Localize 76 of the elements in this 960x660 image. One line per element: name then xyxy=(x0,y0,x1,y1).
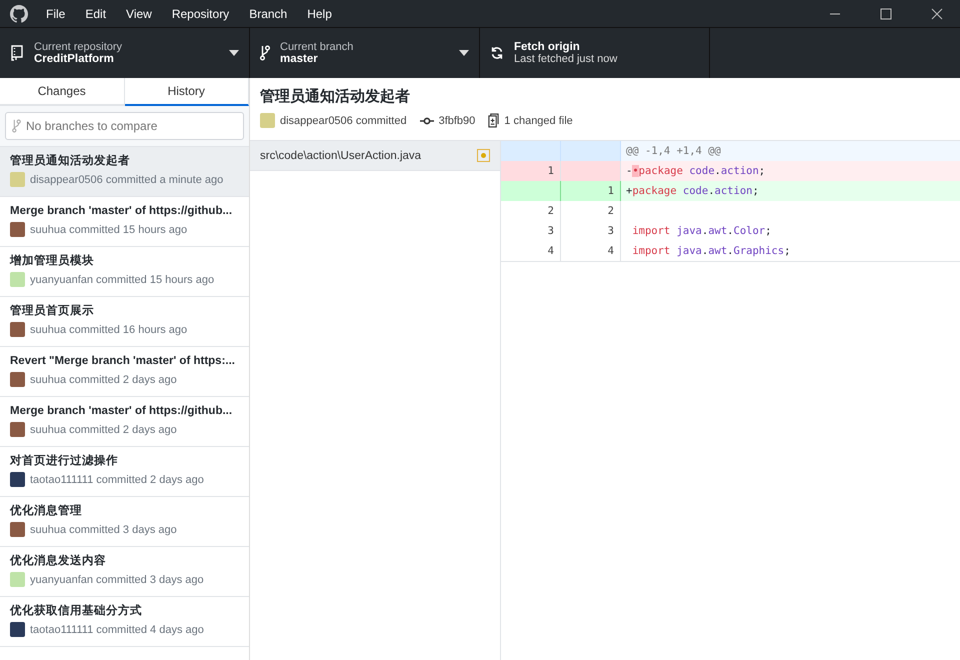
commit-title: 优化消息发送内容 xyxy=(10,553,106,569)
commit-item[interactable]: 优化获取信用基础分方式 taotao111111 committed 4 days ago xyxy=(0,597,249,647)
line-number: 4 xyxy=(501,241,561,261)
commit-item[interactable]: Merge branch 'master' of https://github... suuhua committed 2 days ago xyxy=(0,397,249,447)
menu-item[interactable]: Branch xyxy=(249,6,288,20)
commit-item[interactable]: 优化消息发送内容 yuanyuanfan committed 3 days ago xyxy=(0,547,249,597)
commit-meta: yuanyuanfan committed 15 hours ago xyxy=(30,274,214,286)
maximize-icon[interactable] xyxy=(880,8,892,20)
commit-meta: taotao111111 committed 4 days ago xyxy=(30,624,204,636)
commit-meta: yuanyuanfan committed 3 days ago xyxy=(30,574,204,586)
branch-name: master xyxy=(280,53,319,65)
commit-meta: taotao111111 committed 2 days ago xyxy=(30,474,204,486)
commit-title: 管理员通知活动发起者 xyxy=(260,87,411,106)
menu-item[interactable]: File xyxy=(46,6,66,20)
branch-icon xyxy=(12,119,21,133)
branch-icon xyxy=(260,45,270,61)
commit-title: Revert "Merge branch 'master' of https:... xyxy=(10,354,235,369)
fetch-button[interactable]: Fetch origin Last fetched just now xyxy=(480,28,710,78)
commit-item[interactable]: Revert "Merge branch 'master' of https:... suuhua committed 2 days ago xyxy=(0,347,249,397)
line-number: 1 xyxy=(501,161,561,181)
fetch-status: Last fetched just now xyxy=(514,53,618,65)
menu-item[interactable]: Repository xyxy=(172,6,230,20)
commit-title: 管理员通知活动发起者 xyxy=(10,153,130,169)
commit-title: Merge branch 'master' of https://github... xyxy=(10,404,232,419)
line-number: 4 xyxy=(561,241,621,261)
commit-meta: suuhua committed 2 days ago xyxy=(30,424,177,436)
caret-icon xyxy=(459,50,469,56)
changed-files-count: 1 changed file xyxy=(504,114,573,126)
line-number: 3 xyxy=(501,221,561,241)
commit-meta: suuhua committed 2 days ago xyxy=(30,374,177,386)
file-diff-icon xyxy=(488,113,500,128)
repository-label: Current repository xyxy=(34,41,124,53)
line-number: 1 xyxy=(561,181,621,201)
commit-icon xyxy=(420,116,434,124)
line-number: 2 xyxy=(561,201,621,221)
commit-title: 管理员首页展示 xyxy=(10,303,94,319)
close-icon[interactable] xyxy=(931,8,943,20)
commit-item[interactable]: 管理员首页展示 suuhua committed 16 hours ago xyxy=(0,297,249,347)
code-line: +package code.action; xyxy=(625,184,759,199)
commit-title: 优化获取信用基础分方式 xyxy=(10,603,142,619)
code-line: import java.awt.Color; xyxy=(631,224,772,239)
code-line: @@ -1,4 +1,4 @@ xyxy=(625,144,721,159)
commit-item[interactable]: 管理员通知活动发起者 disappear0506 committed a minute ago xyxy=(0,147,249,197)
caret-icon xyxy=(229,50,239,56)
commit-title: 优化消息管理 xyxy=(10,503,82,519)
commit-meta: suuhua committed 3 days ago xyxy=(30,524,177,536)
octocat-logo xyxy=(10,4,28,22)
commit-sha: 3fbfb90 xyxy=(438,114,476,126)
repository-name: CreditPlatform xyxy=(34,53,115,65)
commit-item[interactable]: Merge branch 'master' of https://github... suuhua committed 15 hours ago xyxy=(0,197,249,247)
repository-dropdown[interactable]: Current repository CreditPlatform xyxy=(0,28,250,78)
branch-dropdown[interactable]: Current branch master xyxy=(250,28,480,78)
commit-item[interactable]: 优化消息管理 suuhua committed 3 days ago xyxy=(0,497,249,547)
line-number: 3 xyxy=(561,221,621,241)
changed-file-item[interactable]: src\code\action\UserAction.java xyxy=(250,141,500,171)
menu-item[interactable]: View xyxy=(126,6,152,20)
commit-author: disappear0506 committed xyxy=(280,114,407,126)
code-line: import java.awt.Graphics; xyxy=(631,244,790,259)
sync-icon xyxy=(490,46,504,60)
commit-title: 增加管理员模块 xyxy=(10,253,94,269)
compare-branch-field[interactable]: No branches to compare xyxy=(5,112,244,140)
code-line: -•package code.action; xyxy=(625,164,766,179)
line-number: 2 xyxy=(501,201,561,221)
commit-meta: suuhua committed 15 hours ago xyxy=(30,224,188,236)
commit-title: 对首页进行过滤操作 xyxy=(10,453,118,469)
fetch-label: Fetch origin xyxy=(514,41,581,53)
menu-item[interactable]: Edit xyxy=(85,6,106,20)
commit-item[interactable]: 增加管理员模块 yuanyuanfan committed 15 hours ago xyxy=(0,247,249,297)
commit-item[interactable]: 对首页进行过滤操作 taotao111111 committed 2 days ago xyxy=(0,447,249,497)
file-path: src\code\action\UserAction.java xyxy=(260,150,422,162)
menu-item[interactable]: Help xyxy=(307,6,332,20)
commit-meta: disappear0506 committed a minute ago xyxy=(30,174,224,186)
commit-title: Merge branch 'master' of https://github... xyxy=(10,204,232,219)
commit-meta: suuhua committed 16 hours ago xyxy=(30,324,188,336)
branch-label: Current branch xyxy=(280,41,354,53)
repository-icon xyxy=(10,45,24,61)
